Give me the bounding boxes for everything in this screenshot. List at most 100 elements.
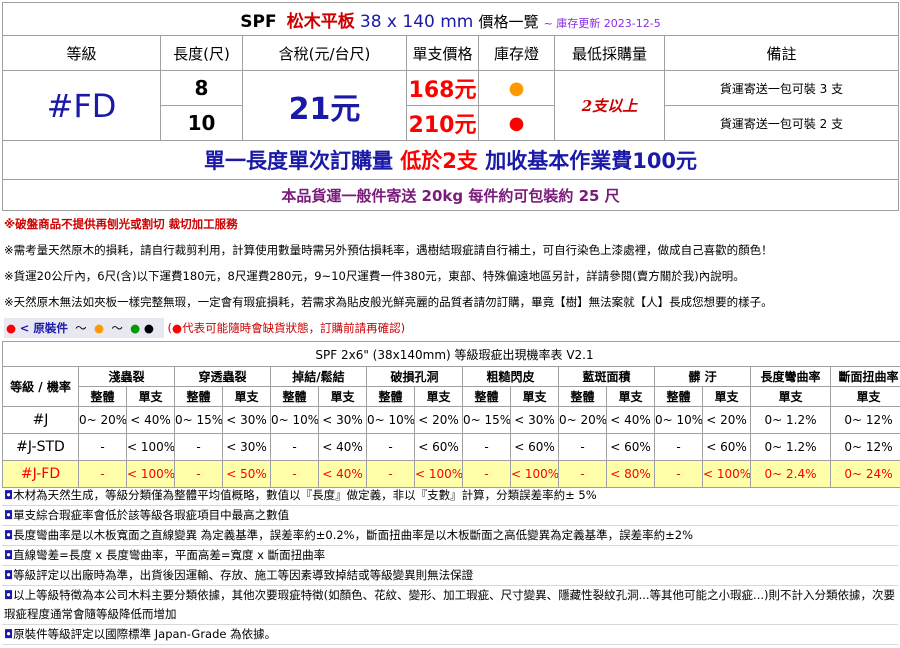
sub-single: 單支 xyxy=(702,386,751,407)
legend-label: < 原裝件 xyxy=(19,321,68,335)
defect-group-header: 髒 汙 xyxy=(654,366,751,387)
defect-subheader-row: 整體 單支 整體 單支 整體 單支 整體 單支 整體 單支 整體 單支 整體 單… xyxy=(3,386,900,407)
table-row: #J-STD - < 100% - < 30% - < 40% - < 60% - < 60% - < … xyxy=(2,433,900,461)
defect-rate-table: SPF 2x6" (38x140mm) 等級瑕疵出現機率表 V2.1 等級 / … xyxy=(1,341,900,488)
table-cell: 0~ 10% xyxy=(654,406,703,434)
table-cell: < 60% xyxy=(414,433,463,461)
sub-single: 單支 xyxy=(510,386,559,407)
legend-note: (●代表可能隨時會缺貨狀態，訂購前請再確認) xyxy=(168,321,406,335)
stock-updated: ~ 庫存更新 2023-12-5 xyxy=(543,16,661,30)
table-cell: 0~ 12% xyxy=(829,433,900,461)
price-title: SPF 松木平板 38 x 140 mm 價格一覽 ~ 庫存更新 2023-12… xyxy=(2,2,899,36)
sub-whole: 整體 xyxy=(366,386,415,407)
defect-group-header: 穿透蟲裂 xyxy=(174,366,271,387)
table-cell: < 30% xyxy=(318,406,367,434)
table-cell: - xyxy=(654,433,703,461)
defect-group-header: 淺蟲裂 xyxy=(78,366,175,387)
table-cell: < 30% xyxy=(222,433,271,461)
notices: ※破盤商品不提供再刨光或割切 裁切加工服務 ※需考量天然原木的損耗，請自行裁剪利… xyxy=(2,211,898,341)
table-cell: - xyxy=(174,433,223,461)
legend-red-dot-icon: ● xyxy=(6,321,17,335)
defect-group-header: 破損孔洞 xyxy=(366,366,463,387)
defect-group-header: 長度彎曲率 xyxy=(750,366,831,387)
footnote: ◘長度彎曲率是以木板寬面之直線變異 為定義基準，誤差率約±0.2%，斷面扭曲率是… xyxy=(2,526,898,546)
footnote: ◘等級評定以出廠時為準，出貨後因運輸、存放、施工等因素導致掉結或等級變異則無法保… xyxy=(2,566,898,586)
table-cell: < 20% xyxy=(414,406,463,434)
table-cell: < 40% xyxy=(318,460,367,488)
footnote-text: 直線彎差=長度 x 長度彎曲率，平面高差=寬度 x 斷面扭曲率 xyxy=(13,548,326,562)
sub-whole: 整體 xyxy=(78,386,127,407)
footnote: ◘木材為天然生成，等級分類僅為整體平均值概略，數值以『長度』做定義，非以『支數』… xyxy=(2,486,898,506)
grade-header: 等級 / 機率 xyxy=(2,366,79,407)
bullet-icon: ◘ xyxy=(4,528,14,542)
surcharge-part3: 加收基本作業費100元 xyxy=(485,149,698,173)
table-cell: 0~ 10% xyxy=(366,406,415,434)
stock-legend-line: ● < 原裝件 ～ ● ～ ● ● (●代表可能隨時會缺貨狀態，訂購前請再確認) xyxy=(2,315,898,341)
table-cell: - xyxy=(270,433,319,461)
variant-length: 10 xyxy=(160,105,243,141)
surcharge-part2: 低於2支 xyxy=(400,149,478,173)
variant-price: 210元 xyxy=(406,105,479,141)
sub-whole: 整體 xyxy=(270,386,319,407)
sub-single: 單支 xyxy=(318,386,367,407)
bullet-icon: ◘ xyxy=(4,588,14,602)
footnotes: ◘木材為天然生成，等級分類僅為整體平均值概略，數值以『長度』做定義，非以『支數』… xyxy=(2,486,898,645)
bullet-icon: ◘ xyxy=(4,627,14,641)
bullet-icon: ◘ xyxy=(4,508,14,522)
col-remark: 備註 xyxy=(664,35,899,71)
table-cell: < 80% xyxy=(606,460,655,488)
table-cell: - xyxy=(366,433,415,461)
table-cell: < 30% xyxy=(222,406,271,434)
table-cell: < 100% xyxy=(510,460,559,488)
col-rate: 含稅(元/台尺) xyxy=(242,35,407,71)
defect-table-title: SPF 2x6" (38x140mm) 等級瑕疵出現機率表 V2.1 xyxy=(1,341,900,367)
legend-close-paren: ) xyxy=(400,321,406,335)
product-size: 38 x 140 mm xyxy=(359,11,474,32)
table-cell: 0~ 1.2% xyxy=(750,433,831,461)
sub-whole: 整體 xyxy=(558,386,607,407)
variant-row: #FD 8 21元 168元 ● 2支以上 貨運寄送一包可裝 3 支 xyxy=(2,70,899,141)
table-cell: - xyxy=(462,460,511,488)
footnote: ◘原裝件等級評定以國際標準 Japan-Grade 為依據。 xyxy=(2,625,898,645)
brand: SPF xyxy=(240,11,277,32)
product-name: 松木平板 xyxy=(286,11,355,32)
col-length: 長度(尺) xyxy=(160,35,243,71)
table-cell: - xyxy=(78,433,127,461)
notice-line: ※貨運20公斤內，6尺(含)以下運費180元，8尺運費280元，9~10尺運費一… xyxy=(4,269,745,283)
footnote: ◘單支綜合瑕疵率會低於該等級各瑕疵項目中最高之數值 xyxy=(2,506,898,526)
table-row: #J 0~ 20% < 40% 0~ 15% < 30% 0~ 10% < 30% 0~ 10… xyxy=(2,406,900,434)
sub-single: 單支 xyxy=(829,386,900,407)
sub-single: 單支 xyxy=(126,386,175,407)
variant-remark: 貨運寄送一包可裝 2 支 xyxy=(664,105,899,141)
table-cell: < 100% xyxy=(702,460,751,488)
bullet-icon: ◘ xyxy=(4,488,14,502)
table-cell: - xyxy=(558,433,607,461)
column-headers: 等級 長度(尺) 含稅(元/台尺) 單支價格 庫存燈 最低採購量 備註 xyxy=(2,35,899,71)
table-cell: - xyxy=(270,460,319,488)
table-cell: 0~ 15% xyxy=(174,406,223,434)
price-per-unit: 21元 xyxy=(242,70,407,141)
table-cell: < 20% xyxy=(702,406,751,434)
page: SPF 松木平板 38 x 140 mm 價格一覽 ~ 庫存更新 2023-12… xyxy=(0,0,900,648)
variant-price: 168元 xyxy=(406,70,479,106)
table-cell: 0~ 24% xyxy=(829,460,900,488)
table-cell: < 40% xyxy=(606,406,655,434)
table-cell: - xyxy=(78,460,127,488)
footnote-text: 等級評定以出廠時為準，出貨後因運輸、存放、施工等因素導致掉結或等級變異則無法保證 xyxy=(13,568,474,582)
notice-line: ※需考量天然原木的損耗，請自行裁剪利用，計算使用數量時需另外預估損耗率，遇樹結瑕… xyxy=(4,243,773,257)
defect-rows: #J 0~ 20% < 40% 0~ 15% < 30% 0~ 10% < 30% 0~ 10… xyxy=(2,406,900,488)
row-grade: #J-STD xyxy=(2,433,79,461)
footnote-text: 以上等級特徵為本公司木料主要分類依據，其他次要瑕疵特徵(如顏色、花紋、變形、加工… xyxy=(4,588,896,621)
col-min-order: 最低採購量 xyxy=(554,35,665,71)
variant-remark: 貨運寄送一包可裝 3 支 xyxy=(664,70,899,106)
notice-line: ※破盤商品不提供再刨光或割切 裁切加工服務 xyxy=(4,217,238,231)
col-grade: 等級 xyxy=(2,35,161,71)
legend-end-dot-icon: ● xyxy=(143,321,154,335)
sub-single: 單支 xyxy=(606,386,655,407)
table-cell: - xyxy=(558,460,607,488)
min-order: 2支以上 xyxy=(554,70,665,141)
col-unit-price: 單支價格 xyxy=(406,35,479,71)
footnote-text: 木材為天然生成，等級分類僅為整體平均值概略，數值以『長度』做定義，非以『支數』計… xyxy=(13,488,597,502)
table-cell: - xyxy=(654,460,703,488)
stock-light-red-icon: ● xyxy=(478,105,555,141)
